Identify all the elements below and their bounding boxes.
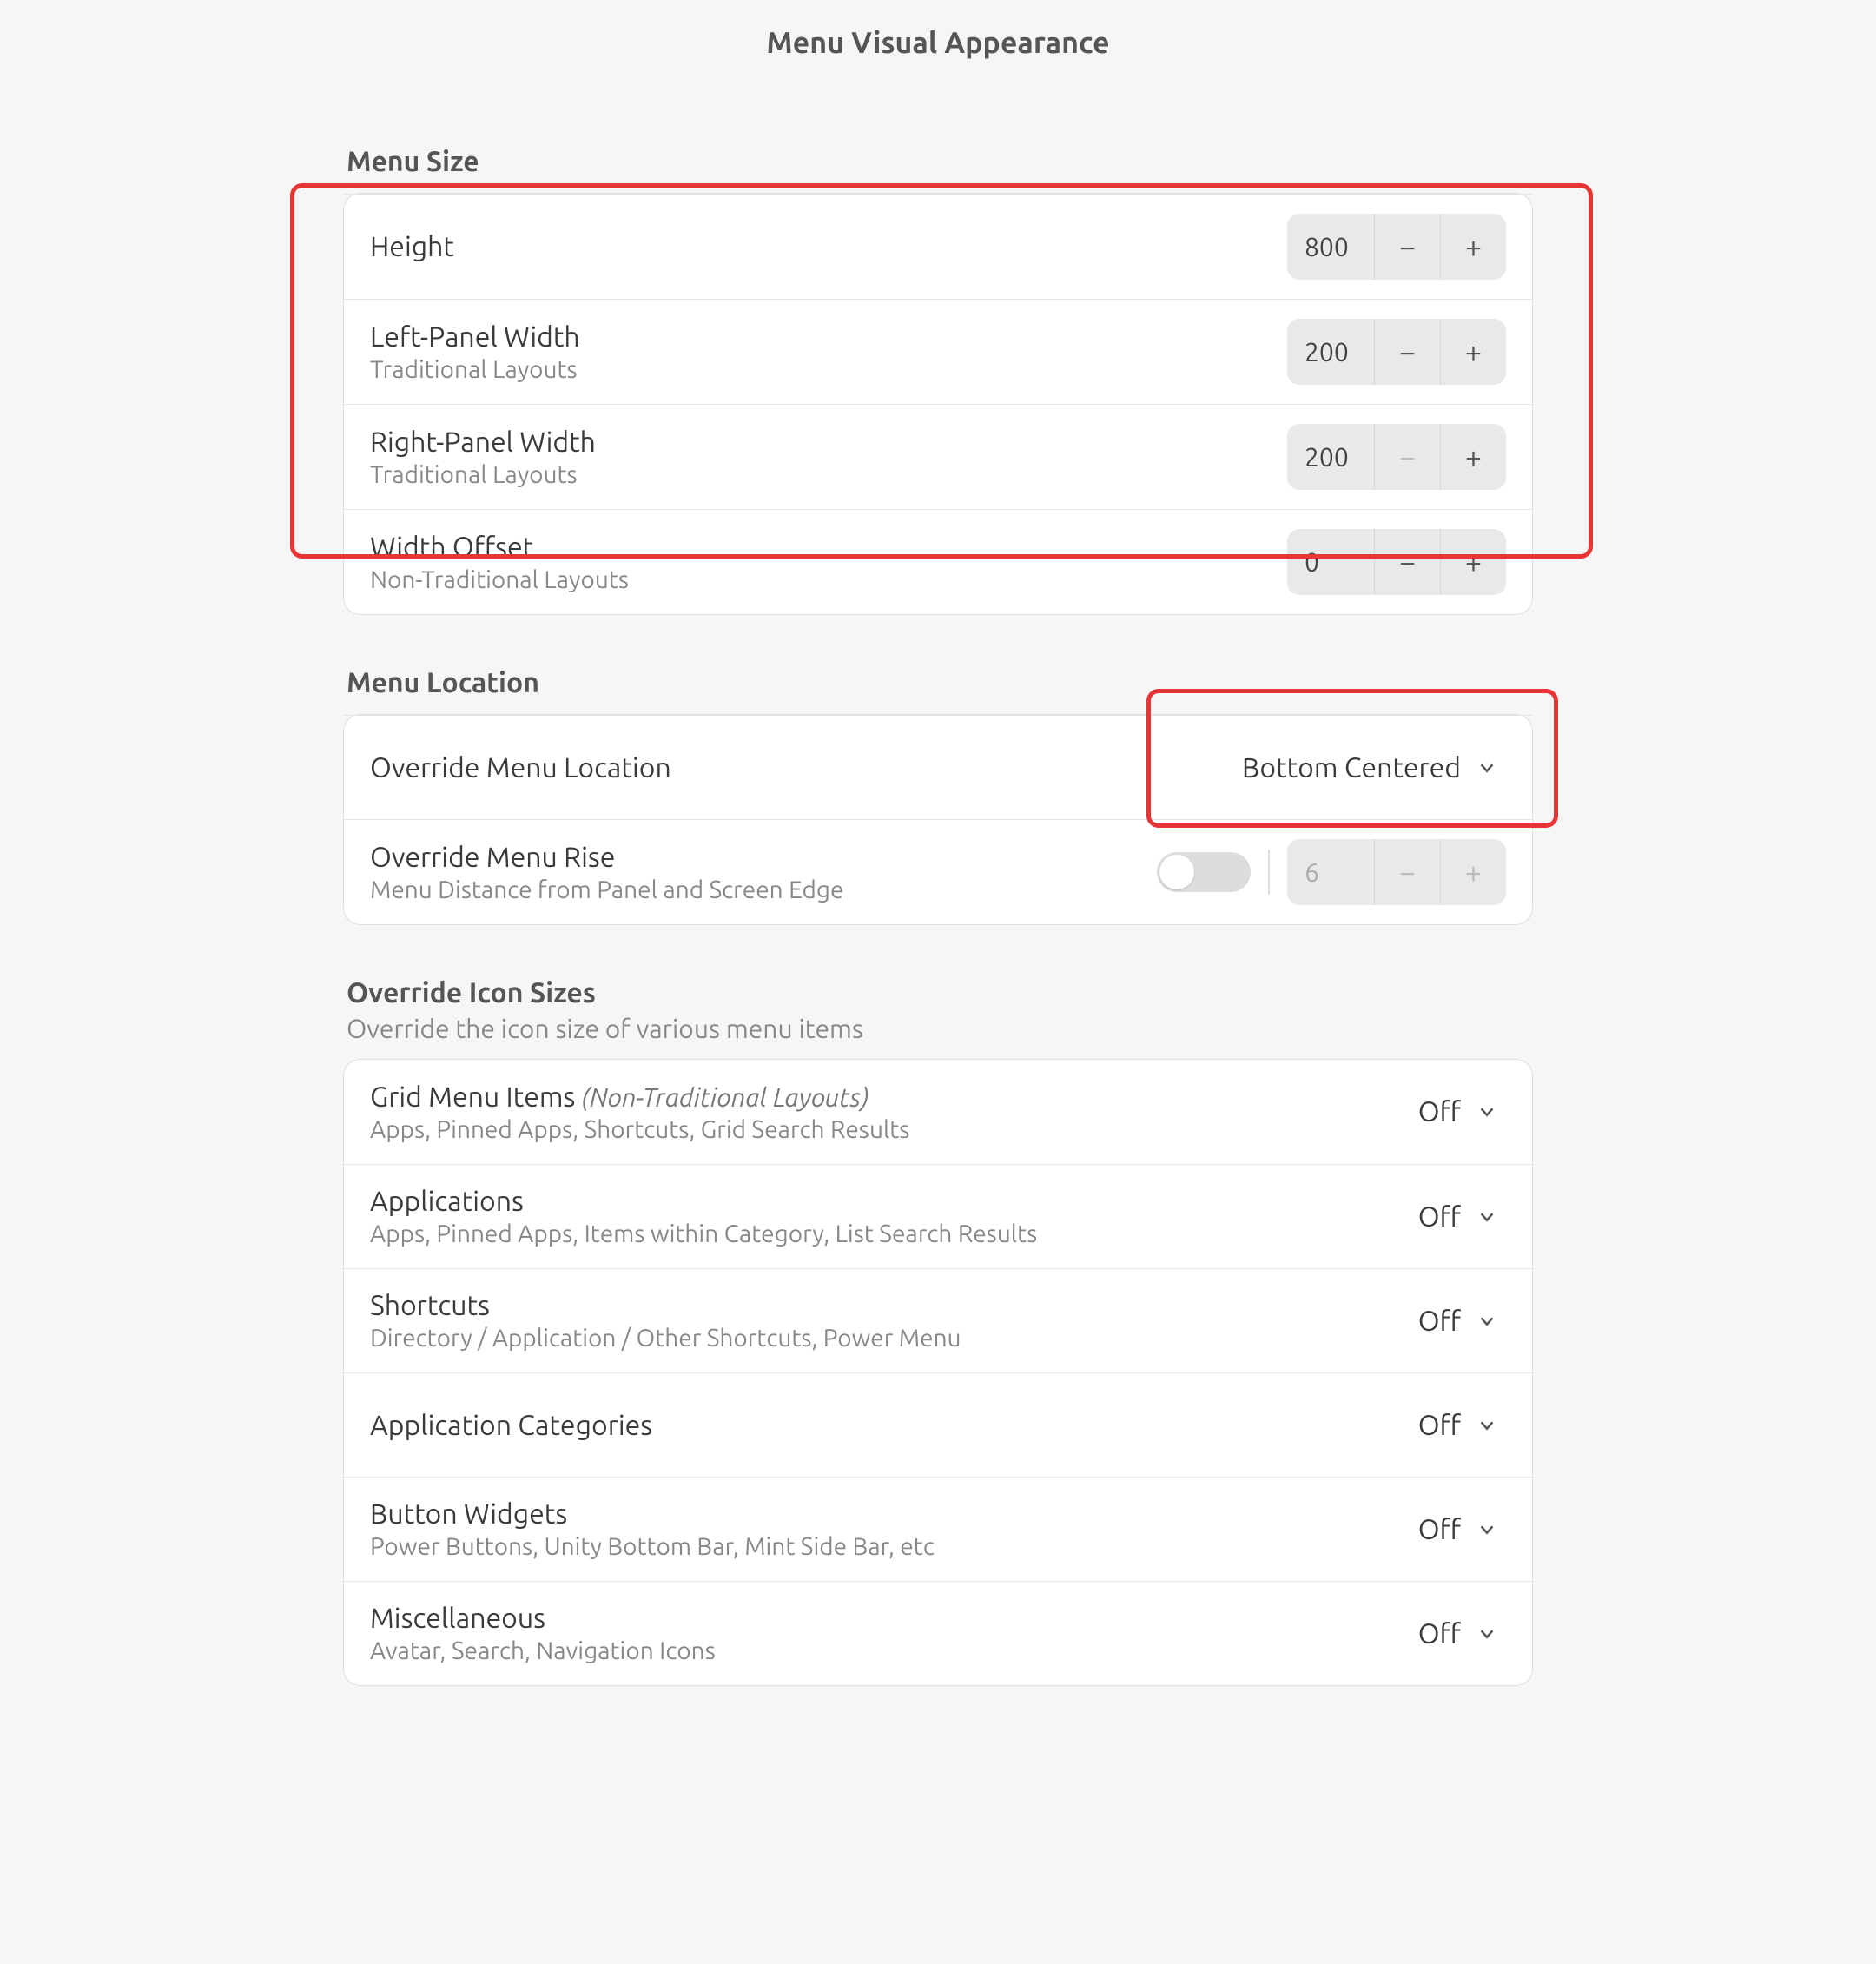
decrement-width-offset[interactable]: −: [1374, 529, 1440, 595]
chevron-down-icon: [1475, 1100, 1499, 1124]
label-miscellaneous: Miscellaneous: [370, 1603, 716, 1634]
chevron-down-icon: [1475, 1205, 1499, 1229]
dropdown-override-menu-location[interactable]: Bottom Centered: [1235, 744, 1506, 792]
label-override-menu-rise: Override Menu Rise: [370, 842, 843, 873]
value-height[interactable]: 800: [1287, 214, 1374, 280]
label-right-panel-width: Right-Panel Width: [370, 427, 596, 458]
panel-icon-sizes: Grid Menu Items (Non-Traditional Layouts…: [343, 1059, 1533, 1686]
section-title-menu-location: Menu Location: [343, 667, 1533, 698]
value-right-panel-width[interactable]: 200: [1287, 424, 1374, 490]
dropdown-shortcuts[interactable]: Off: [1411, 1297, 1506, 1346]
row-override-menu-rise: Override Menu Rise Menu Distance from Pa…: [344, 819, 1532, 924]
increment-height[interactable]: +: [1440, 214, 1506, 280]
sub-shortcuts: Directory / Application / Other Shortcut…: [370, 1325, 961, 1352]
label-shortcuts: Shortcuts: [370, 1290, 961, 1321]
row-override-menu-location: Override Menu Location Bottom Centered: [344, 715, 1532, 819]
sub-left-panel-width: Traditional Layouts: [370, 356, 580, 383]
sub-override-menu-rise: Menu Distance from Panel and Screen Edge: [370, 876, 843, 903]
decrement-override-menu-rise: −: [1374, 839, 1440, 905]
chevron-down-icon: [1475, 1413, 1499, 1438]
spin-left-panel-width: 200 − +: [1287, 319, 1506, 385]
sub-applications: Apps, Pinned Apps, Items within Category…: [370, 1220, 1037, 1247]
decrement-right-panel-width: −: [1374, 424, 1440, 490]
row-application-categories: Application Categories Off: [344, 1372, 1532, 1477]
label-width-offset: Width Offset: [370, 532, 629, 563]
value-width-offset[interactable]: 0: [1287, 529, 1374, 595]
section-subtitle-icon-sizes: Override the icon size of various menu i…: [343, 1014, 1533, 1043]
row-applications: Applications Apps, Pinned Apps, Items wi…: [344, 1164, 1532, 1268]
row-miscellaneous: Miscellaneous Avatar, Search, Navigation…: [344, 1581, 1532, 1685]
chevron-down-icon: [1475, 1518, 1499, 1542]
row-button-widgets: Button Widgets Power Buttons, Unity Bott…: [344, 1477, 1532, 1581]
dropdown-button-widgets[interactable]: Off: [1411, 1505, 1506, 1554]
sub-button-widgets: Power Buttons, Unity Bottom Bar, Mint Si…: [370, 1533, 935, 1560]
label-application-categories: Application Categories: [370, 1410, 652, 1441]
spin-height: 800 − +: [1287, 214, 1506, 280]
chevron-down-icon: [1475, 1622, 1499, 1646]
sub-miscellaneous: Avatar, Search, Navigation Icons: [370, 1637, 716, 1664]
spin-override-menu-rise: 6 − +: [1287, 839, 1506, 905]
row-width-offset: Width Offset Non-Traditional Layouts 0 −…: [344, 509, 1532, 614]
label-button-widgets: Button Widgets: [370, 1498, 935, 1530]
chevron-down-icon: [1475, 1309, 1499, 1333]
row-shortcuts: Shortcuts Directory / Application / Othe…: [344, 1268, 1532, 1372]
section-title-icon-sizes: Override Icon Sizes: [343, 977, 1533, 1008]
row-right-panel-width: Right-Panel Width Traditional Layouts 20…: [344, 404, 1532, 509]
panel-menu-location: Override Menu Location Bottom Centered O…: [343, 714, 1533, 925]
section-title-menu-size: Menu Size: [343, 146, 1533, 177]
chevron-down-icon: [1475, 756, 1499, 780]
label-override-menu-location: Override Menu Location: [370, 752, 671, 784]
label-applications: Applications: [370, 1186, 1037, 1217]
spin-right-panel-width: 200 − +: [1287, 424, 1506, 490]
dropdown-grid-menu-items[interactable]: Off: [1411, 1088, 1506, 1136]
label-height: Height: [370, 231, 454, 262]
increment-left-panel-width[interactable]: +: [1440, 319, 1506, 385]
increment-right-panel-width[interactable]: +: [1440, 424, 1506, 490]
decrement-height[interactable]: −: [1374, 214, 1440, 280]
spin-width-offset: 0 − +: [1287, 529, 1506, 595]
value-left-panel-width[interactable]: 200: [1287, 319, 1374, 385]
value-override-menu-location: Bottom Centered: [1242, 752, 1461, 784]
increment-width-offset[interactable]: +: [1440, 529, 1506, 595]
label-left-panel-width: Left-Panel Width: [370, 321, 580, 353]
sub-right-panel-width: Traditional Layouts: [370, 461, 596, 488]
row-left-panel-width: Left-Panel Width Traditional Layouts 200…: [344, 299, 1532, 404]
increment-override-menu-rise: +: [1440, 839, 1506, 905]
value-override-menu-rise: 6: [1287, 839, 1374, 905]
panel-menu-size: Height 800 − + Left-Panel Width Traditio…: [343, 193, 1533, 615]
sub-grid-menu-items: Apps, Pinned Apps, Shortcuts, Grid Searc…: [370, 1116, 909, 1143]
sub-width-offset: Non-Traditional Layouts: [370, 566, 629, 593]
dropdown-miscellaneous[interactable]: Off: [1411, 1610, 1506, 1658]
row-height: Height 800 − +: [344, 194, 1532, 299]
decrement-left-panel-width[interactable]: −: [1374, 319, 1440, 385]
page-title: Menu Visual Appearance: [0, 26, 1876, 59]
dropdown-application-categories[interactable]: Off: [1411, 1401, 1506, 1450]
row-grid-menu-items: Grid Menu Items (Non-Traditional Layouts…: [344, 1060, 1532, 1164]
label-grid-menu-items: Grid Menu Items (Non-Traditional Layouts…: [370, 1081, 909, 1113]
dropdown-applications[interactable]: Off: [1411, 1193, 1506, 1241]
toggle-override-menu-rise[interactable]: [1157, 852, 1251, 892]
